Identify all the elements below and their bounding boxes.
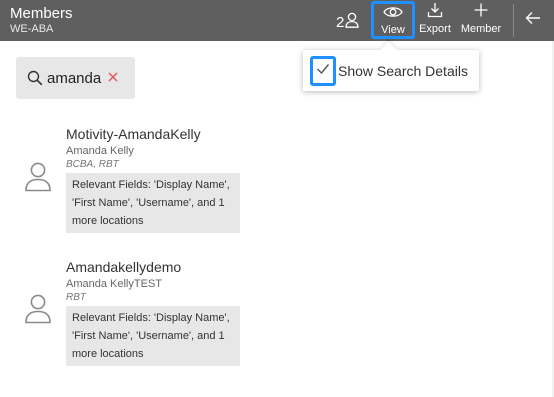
export-button-label: Export <box>419 23 451 35</box>
member-display-name[interactable]: Amandakellydemo <box>66 259 181 275</box>
export-button[interactable]: Export <box>418 2 452 38</box>
check-icon <box>316 62 330 80</box>
page-title: Members <box>10 5 73 22</box>
member-full-name: Amanda Kelly <box>66 145 134 157</box>
organization-subtitle: WE-ABA <box>10 23 54 35</box>
member-count: 2 <box>336 12 359 32</box>
person-icon <box>24 294 52 324</box>
arrow-left-icon <box>525 11 541 30</box>
search-box: amanda <box>16 57 135 99</box>
member-full-name: Amanda KellyTEST <box>66 278 162 290</box>
add-member-button[interactable]: Member <box>458 2 504 38</box>
top-header: Members WE-ABA 2 View Export Member <box>0 0 554 41</box>
show-search-details-checkbox[interactable] <box>310 55 336 86</box>
person-icon <box>24 162 52 192</box>
view-button-label: View <box>381 24 405 36</box>
view-options-dropdown[interactable]: Show Search Details <box>303 50 479 91</box>
member-count-value: 2 <box>336 13 345 31</box>
download-icon <box>427 2 443 21</box>
header-divider <box>513 4 514 37</box>
eye-icon <box>383 5 403 22</box>
person-icon <box>345 12 359 33</box>
close-icon <box>108 69 118 87</box>
plus-icon <box>473 2 489 21</box>
add-member-button-label: Member <box>460 23 502 35</box>
search-input[interactable]: amanda <box>47 70 104 87</box>
member-credentials: RBT <box>66 292 86 303</box>
relevant-fields-badge: Relevant Fields: 'Display Name', 'First … <box>66 306 240 366</box>
view-button[interactable]: View <box>371 1 415 39</box>
relevant-fields-badge: Relevant Fields: 'Display Name', 'First … <box>66 173 240 233</box>
back-button[interactable] <box>521 9 545 31</box>
clear-search-button[interactable] <box>108 69 118 87</box>
search-icon <box>27 70 43 86</box>
show-search-details-label[interactable]: Show Search Details <box>338 63 468 79</box>
member-display-name[interactable]: Motivity-AmandaKelly <box>66 126 201 142</box>
member-credentials: BCBA, RBT <box>66 159 119 170</box>
